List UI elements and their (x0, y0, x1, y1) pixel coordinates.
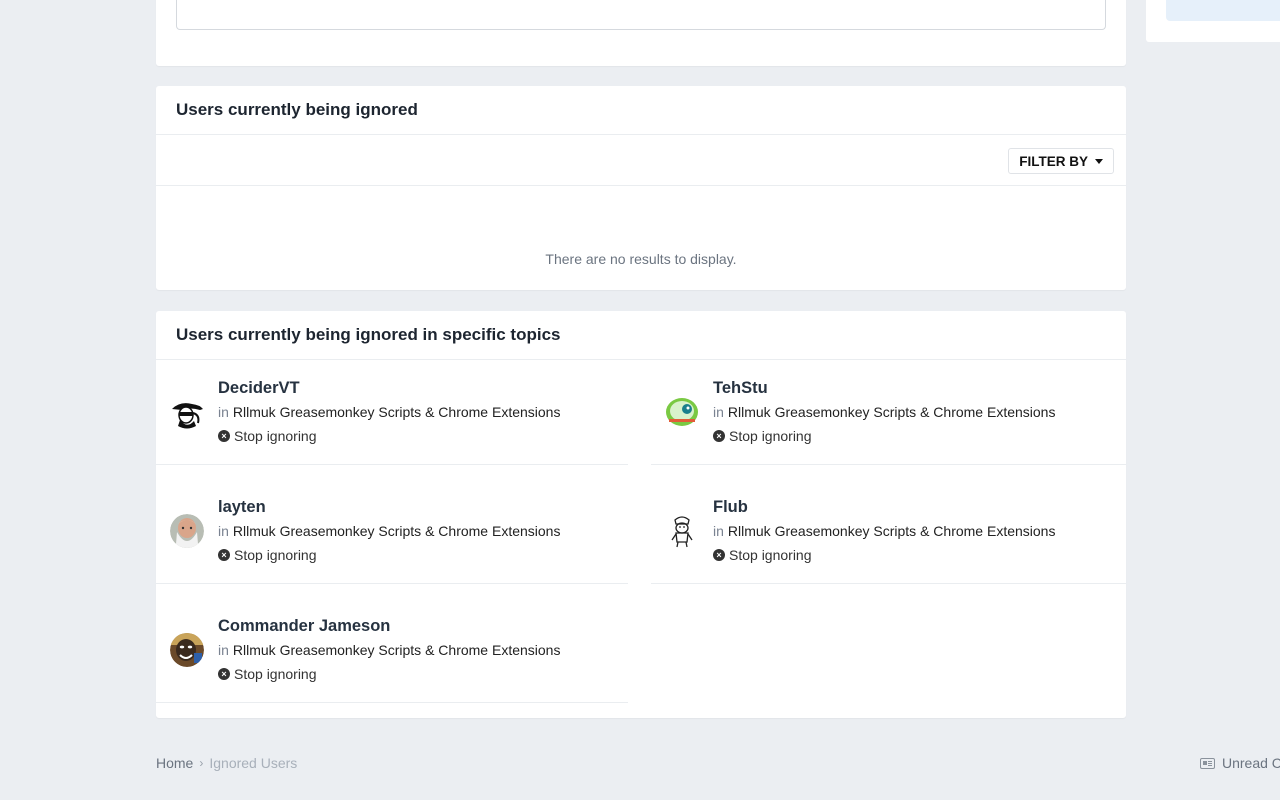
breadcrumb-current: Ignored Users (209, 755, 298, 771)
user-card: DeciderVT in Rllmuk Greasemonkey Scripts … (156, 360, 628, 465)
filter-row: FILTER BY (156, 135, 1126, 186)
stop-ignoring-label: Stop ignoring (234, 428, 317, 444)
forum-line: in Rllmuk Greasemonkey Scripts & Chrome E… (218, 404, 560, 420)
user-card: Commander Jameson in Rllmuk Greasemonkey … (156, 598, 628, 703)
forum-line: in Rllmuk Greasemonkey Scripts & Chrome E… (218, 523, 560, 539)
stop-ignoring-button[interactable]: × Stop ignoring (713, 547, 812, 563)
forum-link[interactable]: Rllmuk Greasemonkey Scripts & Chrome Ext… (728, 404, 1056, 420)
user-name-link[interactable]: TehStu (713, 379, 768, 398)
stop-ignoring-label: Stop ignoring (729, 547, 812, 563)
unread-label: Unread C (1222, 755, 1280, 771)
forum-line: in Rllmuk Greasemonkey Scripts & Chrome E… (713, 523, 1055, 539)
filter-by-button[interactable]: FILTER BY (1008, 148, 1114, 174)
forum-link[interactable]: Rllmuk Greasemonkey Scripts & Chrome Ext… (233, 642, 561, 658)
forum-line: in Rllmuk Greasemonkey Scripts & Chrome E… (713, 404, 1055, 420)
avatar[interactable] (170, 395, 204, 429)
close-circle-icon: × (218, 668, 230, 680)
empty-message: There are no results to display. (545, 251, 737, 267)
stop-ignoring-button[interactable]: × Stop ignoring (218, 428, 317, 444)
panel-title: Users currently being ignored (156, 86, 1126, 135)
stop-ignoring-button[interactable]: × Stop ignoring (218, 547, 317, 563)
in-label: in (713, 404, 724, 420)
forum-link[interactable]: Rllmuk Greasemonkey Scripts & Chrome Ext… (728, 523, 1056, 539)
filter-by-label: FILTER BY (1019, 153, 1088, 169)
close-circle-icon: × (713, 430, 725, 442)
in-label: in (218, 523, 229, 539)
user-name-link[interactable]: Flub (713, 498, 748, 517)
close-circle-icon: × (713, 549, 725, 561)
in-label: in (218, 642, 229, 658)
user-card: Flub in Rllmuk Greasemonkey Scripts & Chr… (651, 479, 1126, 584)
avatar[interactable] (170, 633, 204, 667)
breadcrumb-home-link[interactable]: Home (156, 755, 193, 771)
in-label: in (218, 404, 229, 420)
avatar[interactable] (665, 395, 699, 429)
user-card: TehStu in Rllmuk Greasemonkey Scripts & C… (651, 360, 1126, 465)
forum-line: in Rllmuk Greasemonkey Scripts & Chrome E… (218, 642, 560, 658)
stop-ignoring-label: Stop ignoring (234, 666, 317, 682)
ignored-users-panel: Users currently being ignored FILTER BY … (156, 86, 1126, 290)
unread-content-link[interactable]: Unread C (1200, 755, 1280, 771)
stop-ignoring-label: Stop ignoring (234, 547, 317, 563)
user-name-link[interactable]: DeciderVT (218, 379, 300, 398)
user-name-link[interactable]: layten (218, 498, 266, 517)
user-card: layten in Rllmuk Greasemonkey Scripts & C… (156, 479, 628, 584)
panel-title: Users currently being ignored in specifi… (156, 311, 1126, 360)
caret-down-icon (1095, 159, 1103, 164)
reply-textarea[interactable] (176, 0, 1106, 30)
forum-link[interactable]: Rllmuk Greasemonkey Scripts & Chrome Ext… (233, 404, 561, 420)
close-circle-icon: × (218, 430, 230, 442)
breadcrumb: Home › Ignored Users (156, 755, 297, 771)
ignored-in-topics-panel: Users currently being ignored in specifi… (156, 311, 1126, 718)
stop-ignoring-button[interactable]: × Stop ignoring (713, 428, 812, 444)
newspaper-icon (1200, 757, 1215, 769)
close-circle-icon: × (218, 549, 230, 561)
forum-link[interactable]: Rllmuk Greasemonkey Scripts & Chrome Ext… (233, 523, 561, 539)
in-label: in (713, 523, 724, 539)
chevron-right-icon: › (199, 756, 204, 770)
sidebar-highlight (1166, 0, 1280, 21)
stop-ignoring-button[interactable]: × Stop ignoring (218, 666, 317, 682)
avatar[interactable] (170, 514, 204, 548)
avatar[interactable] (665, 514, 699, 548)
stop-ignoring-label: Stop ignoring (729, 428, 812, 444)
reply-panel (156, 0, 1126, 66)
right-sidebar (1146, 0, 1280, 42)
user-name-link[interactable]: Commander Jameson (218, 617, 390, 636)
